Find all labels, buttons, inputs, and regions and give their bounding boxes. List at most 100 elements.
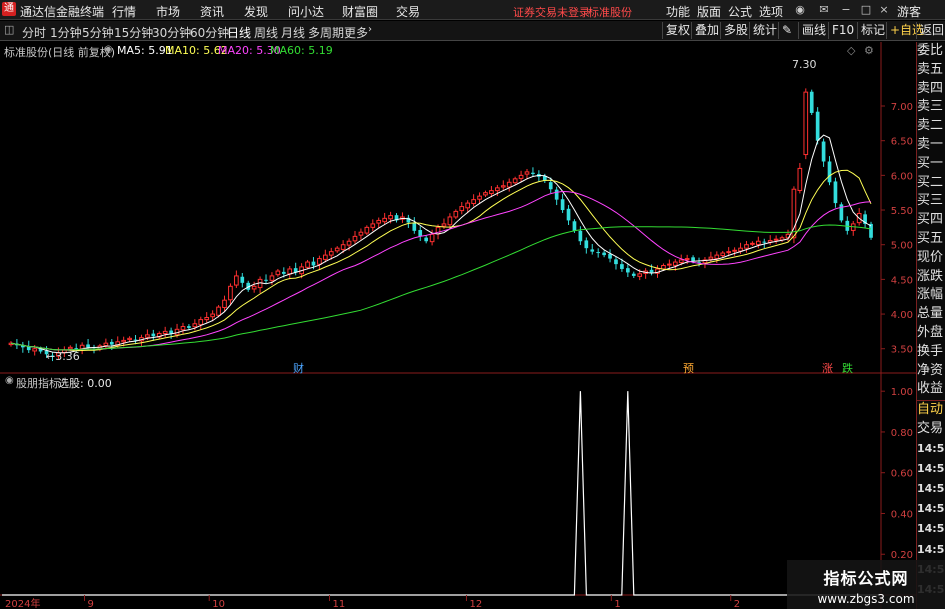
layout-toggle-icon[interactable]: ◫ — [4, 23, 14, 36]
candle-body — [524, 171, 530, 175]
candle-body — [352, 235, 358, 242]
expand-icon[interactable]: ◇ — [847, 44, 855, 57]
quote-field-label: 买一 — [917, 155, 944, 171]
candle-body — [518, 174, 524, 179]
menu-item-function[interactable]: 功能 — [666, 3, 690, 20]
candle-body — [334, 247, 340, 252]
watermark-title: 指标公式网 — [823, 569, 909, 588]
trade-label[interactable]: 交易 — [917, 420, 945, 439]
event-marker-limit-down[interactable]: 跌 — [842, 360, 853, 376]
kline-chart[interactable]: 3.504.004.505.005.506.006.507.000.200.40… — [0, 42, 916, 609]
quote-side-panel: 委比 卖五 卖四 卖三 卖二 卖一 买一 买二 买三 买四 买五 现价 涨跌 涨幅 总量 外盘 换手 净资 收益 自… — [916, 42, 945, 609]
quote-field-label: 买三 — [917, 193, 944, 209]
period-tab-monthly[interactable]: 月线 — [281, 24, 305, 41]
period-tab-weekly[interactable]: 周线 — [254, 24, 278, 41]
event-marker-limit-up[interactable]: 涨 — [822, 360, 833, 376]
trade-time: 14:56 — [917, 482, 945, 496]
maximize-icon[interactable]: □ — [858, 2, 874, 17]
period-tab-30min[interactable]: 30分钟 — [152, 24, 191, 41]
back-button[interactable]: 返回 — [916, 22, 945, 39]
candle-body — [471, 199, 476, 205]
date-tick-label: 11 — [332, 599, 345, 609]
high-price-label: 7.30 — [792, 58, 817, 71]
period-tab-15min[interactable]: 15分钟 — [114, 24, 153, 41]
candle-body — [720, 252, 726, 257]
ma10-line — [10, 169, 872, 352]
candle-body — [495, 187, 500, 192]
settings-icon[interactable]: ⚙ — [864, 44, 874, 57]
guest-label[interactable]: 游客 — [897, 3, 921, 20]
period-tab-daily[interactable]: 日线 — [227, 24, 251, 41]
login-warning[interactable]: 证券交易未登录 — [513, 4, 590, 20]
menu-item-formula[interactable]: 公式 — [728, 3, 752, 20]
candle-body — [827, 161, 832, 183]
chevron-right-icon[interactable]: › — [368, 24, 372, 35]
indicator-tick-label: 0.80 — [891, 428, 913, 439]
mail-icon[interactable]: ✉ — [816, 2, 832, 17]
indicator-name: 股朋指标 — [16, 377, 60, 390]
overlay-button[interactable]: 叠加 — [691, 22, 722, 39]
period-tab-5min[interactable]: 5分钟 — [82, 24, 114, 41]
close-icon[interactable]: × — [876, 2, 892, 17]
main-panel-title: 标准股份(日线 前复权) — [4, 46, 116, 59]
candle-body — [762, 241, 767, 243]
user-icon[interactable]: ◉ — [792, 2, 808, 17]
quote-field-label: 收益 — [917, 381, 944, 397]
candle-body — [162, 330, 168, 334]
menu-item-discover[interactable]: 发现 — [244, 3, 268, 20]
price-tick-label: 7.00 — [891, 102, 913, 113]
quote-field-label: 净资 — [917, 362, 944, 378]
period-tab-intraday[interactable]: 分时 — [22, 24, 46, 41]
statistics-button[interactable]: 统计 — [749, 22, 780, 39]
event-marker-forecast[interactable]: 预 — [683, 360, 694, 376]
period-tab-60min[interactable]: 60分钟 — [190, 24, 229, 41]
candle-body — [67, 346, 73, 350]
date-tick-label: 2 — [734, 599, 740, 609]
draw-line-button[interactable]: 画线 — [798, 22, 829, 39]
candle-body — [121, 339, 127, 343]
price-tick-label: 6.50 — [891, 137, 913, 148]
event-marker-finance[interactable]: 财 — [293, 360, 304, 376]
price-tick-label: 5.50 — [891, 206, 913, 217]
period-tab-multi[interactable]: 多周期 — [308, 24, 344, 41]
candle-body — [127, 337, 132, 341]
menu-item-trade[interactable]: 交易 — [396, 3, 420, 20]
menu-item-layout[interactable]: 版面 — [697, 3, 721, 20]
candle-body — [418, 230, 423, 237]
candle-body — [548, 182, 553, 190]
drawing-icon[interactable]: ✎ — [778, 22, 795, 39]
period-tab-more[interactable]: 更多 — [344, 24, 368, 41]
f10-button[interactable]: F10 — [828, 22, 857, 39]
candle-body — [370, 223, 376, 228]
price-tick-label: 5.00 — [891, 241, 913, 252]
indicator-menu-icon[interactable]: ◉ — [5, 375, 14, 386]
minimize-icon[interactable]: − — [838, 2, 854, 17]
candle-body — [744, 244, 749, 249]
panel-menu-icon[interactable]: ◉ — [104, 44, 113, 55]
app-logo-icon: 通 — [2, 2, 16, 16]
auto-trade-label[interactable]: 自动 — [917, 401, 945, 420]
menu-item-wealth[interactable]: 财富圈 — [342, 3, 378, 20]
menu-item-market[interactable]: 行情 — [112, 3, 136, 20]
menu-item-options[interactable]: 选项 — [759, 3, 783, 20]
app-title: 通达信金融终端 — [20, 5, 105, 19]
candle-body — [311, 261, 316, 266]
candle-body — [376, 219, 382, 224]
adjust-button[interactable]: 复权 — [662, 22, 693, 39]
period-tab-1min[interactable]: 1分钟 — [50, 24, 82, 41]
multi-stock-button[interactable]: 多股 — [720, 22, 751, 39]
candle-body — [678, 259, 684, 263]
date-tick-label: 9 — [88, 599, 94, 609]
menu-item-news[interactable]: 资讯 — [200, 3, 224, 20]
trade-time: 14:56 — [917, 522, 945, 536]
ma20-line — [10, 190, 872, 351]
ma60-line — [10, 224, 872, 351]
menu-item-ask[interactable]: 问小达 — [288, 3, 324, 20]
menu-item-markets[interactable]: 市场 — [156, 3, 180, 20]
candle-body — [251, 285, 257, 290]
candle-body — [204, 317, 210, 321]
mark-button[interactable]: 标记 — [857, 22, 888, 39]
quote-field-label: 卖四 — [917, 80, 944, 96]
date-tick-label: 1 — [614, 599, 620, 609]
candle-body — [620, 264, 624, 269]
